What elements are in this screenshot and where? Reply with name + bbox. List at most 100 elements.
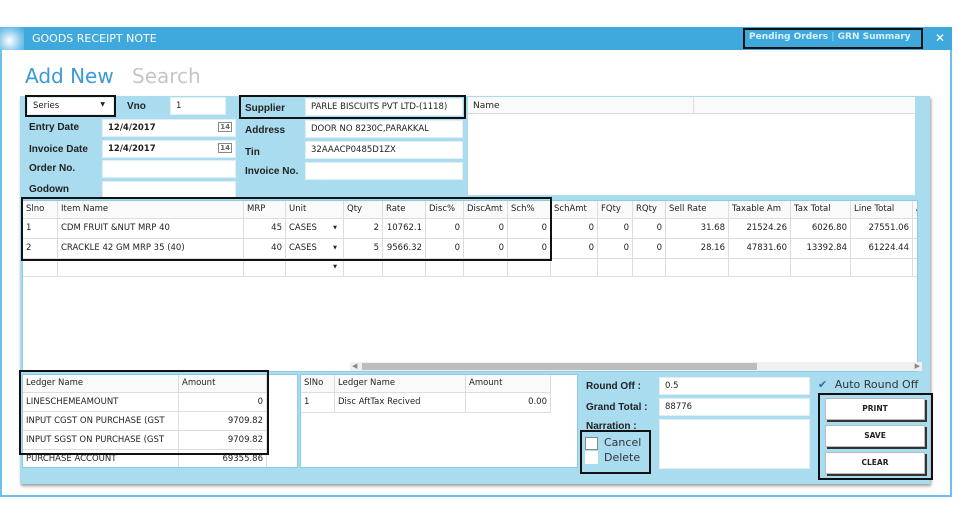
scroll-left-icon[interactable]: ◀ [352, 362, 357, 370]
invoice-date-value: 12/4/2017 [108, 144, 156, 154]
checkbox-icon [585, 436, 598, 450]
calendar-icon[interactable]: 14 [218, 143, 232, 153]
empty-cell[interactable] [598, 259, 633, 277]
column-header: Sell Rate [666, 201, 729, 219]
series-dropdown[interactable]: Series ▼ [25, 95, 116, 117]
empty-cell[interactable] [244, 259, 286, 277]
table-cell[interactable]: 28.16 [666, 239, 729, 259]
godown-input[interactable] [102, 181, 236, 199]
column-header: SchAmt [551, 201, 598, 219]
narration-input[interactable] [659, 419, 810, 469]
empty-cell[interactable] [508, 259, 551, 277]
table-cell[interactable]: 31.68 [666, 219, 729, 239]
invoice-no-input[interactable] [305, 162, 463, 180]
column-header: Taxable Am [729, 201, 791, 219]
column-header: Tax Total [791, 201, 851, 219]
horizontal-scrollbar[interactable]: ◀ ▶ [350, 362, 922, 371]
pending-orders-link[interactable]: Pending Orders [749, 32, 828, 42]
delete-checkbox[interactable]: Delete [585, 451, 646, 464]
table-cell[interactable]: 0 [551, 239, 598, 259]
empty-cell[interactable] [383, 259, 426, 277]
name-grid[interactable]: Name [468, 97, 915, 195]
series-value: Series [33, 101, 60, 111]
invoice-date-label: Invoice Date [29, 144, 88, 155]
auto-round-off-checkbox[interactable]: ✔ Auto Round Off [818, 378, 918, 391]
table-cell[interactable]: 27551.06 [851, 219, 913, 239]
empty-cell[interactable] [633, 259, 666, 277]
supplier-input[interactable]: PARLE BISCUITS PVT LTD-(1118) [305, 98, 463, 116]
cancel-checkbox[interactable]: Cancel [585, 436, 646, 450]
empty-cell[interactable] [58, 259, 244, 277]
column-header: FQty [598, 201, 633, 219]
narration-label: Narration : [586, 421, 637, 432]
table-cell[interactable]: 21524.26 [729, 219, 791, 239]
add-new-tab[interactable]: Add New [25, 64, 114, 88]
table-cell[interactable]: 0.00 [466, 393, 551, 413]
table-cell[interactable]: 0 [551, 219, 598, 239]
column-header: A [913, 201, 917, 219]
scroll-right-icon[interactable]: ▶ [915, 362, 920, 370]
discount-ledger-grid[interactable]: SlNo Ledger Name Amount 1 Disc AftTax Recive… [300, 374, 578, 468]
round-off-label: Round Off : [586, 381, 641, 392]
chevron-down-icon[interactable]: ▼ [333, 264, 337, 270]
column-header: Ledger Name [335, 375, 466, 393]
tin-label: Tin [245, 147, 260, 158]
invoice-date-input[interactable]: 12/4/2017 14 [102, 140, 236, 158]
empty-cell[interactable]: ▼ [286, 259, 344, 277]
search-tab[interactable]: Search [132, 64, 201, 88]
print-button[interactable]: PRINT [825, 398, 925, 420]
address-input[interactable]: DOOR NO 8230C,PARAKKAL [305, 120, 463, 138]
calendar-icon[interactable]: 14 [218, 122, 232, 132]
invoice-no-label: Invoice No. [245, 166, 299, 177]
table-cell[interactable]: 13392.84 [791, 239, 851, 259]
column-header: RQty [633, 201, 666, 219]
empty-cell[interactable] [666, 259, 729, 277]
table-cell[interactable]: 0 [598, 239, 633, 259]
empty-cell[interactable] [551, 259, 598, 277]
app-logo-icon [0, 27, 24, 50]
entry-date-value: 12/4/2017 [108, 123, 156, 133]
name-header: Name [473, 101, 500, 111]
empty-cell[interactable] [913, 259, 917, 277]
header-links: Pending Orders | GRN Summary [743, 28, 923, 49]
table-cell[interactable]: 0 [633, 239, 666, 259]
table-cell[interactable]: 6026.80 [791, 219, 851, 239]
empty-cell[interactable] [426, 259, 464, 277]
ledger-highlight [19, 370, 269, 455]
table-cell[interactable] [913, 239, 917, 259]
close-icon[interactable]: ✕ [935, 31, 945, 45]
grand-total-input[interactable]: 88776 [659, 398, 810, 416]
save-button[interactable]: SAVE [825, 425, 925, 447]
table-cell[interactable] [913, 219, 917, 239]
grn-summary-link[interactable]: GRN Summary [838, 32, 911, 42]
column-header: Amount [466, 375, 551, 393]
table-cell[interactable]: Disc AftTax Recived [335, 393, 466, 413]
column-header: Line Total [851, 201, 913, 219]
address-label: Address [245, 125, 286, 136]
table-cell[interactable]: 0 [633, 219, 666, 239]
flags-box: Cancel Delete [580, 430, 651, 474]
clear-button[interactable]: CLEAR [825, 452, 925, 474]
window-title: GOODS RECEIPT NOTE [32, 32, 157, 45]
items-highlight [21, 197, 552, 261]
supplier-label: Supplier [245, 103, 286, 114]
empty-cell[interactable] [23, 259, 58, 277]
empty-cell[interactable] [791, 259, 851, 277]
tin-input[interactable]: 32AAACP0485D1ZX [305, 141, 463, 159]
table-cell[interactable]: 47831.60 [729, 239, 791, 259]
empty-cell[interactable] [344, 259, 383, 277]
chevron-down-icon: ▼ [100, 101, 105, 108]
scrollbar-thumb[interactable] [362, 363, 757, 370]
cancel-label: Cancel [604, 436, 642, 449]
order-no-input[interactable] [102, 160, 236, 178]
round-off-input[interactable]: 0.5 [659, 377, 810, 395]
table-cell[interactable]: 0 [598, 219, 633, 239]
empty-cell[interactable] [729, 259, 791, 277]
empty-cell[interactable] [851, 259, 913, 277]
empty-cell[interactable] [464, 259, 508, 277]
title-bar: GOODS RECEIPT NOTE Pending Orders | GRN … [0, 27, 952, 50]
table-cell[interactable]: 1 [301, 393, 335, 413]
entry-date-input[interactable]: 12/4/2017 14 [102, 119, 236, 137]
vno-input[interactable]: 1 [170, 97, 226, 115]
table-cell[interactable]: 61224.44 [851, 239, 913, 259]
